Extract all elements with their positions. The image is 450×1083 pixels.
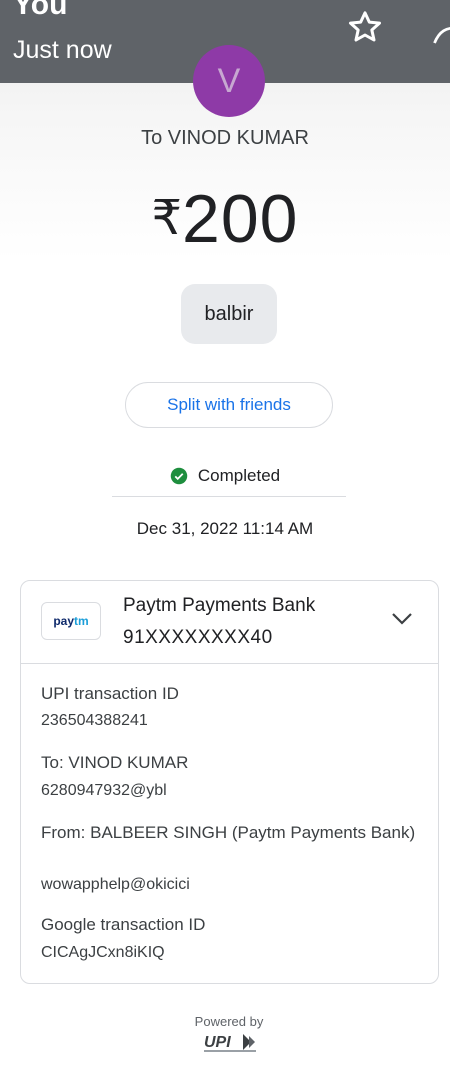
google-transaction-id-label: Google transaction ID [41, 915, 206, 934]
amount: ₹200 [0, 180, 450, 258]
avatar: V [193, 45, 265, 117]
sender-name: You [13, 0, 68, 21]
svg-text:UPI: UPI [204, 1034, 231, 1051]
from-label: From: BALBEER SINGH (Paytm Payments Bank… [41, 823, 416, 842]
amount-value: 200 [182, 181, 299, 257]
star-icon[interactable] [345, 7, 385, 47]
upi-logo: UPI [204, 1034, 256, 1052]
transaction-datetime: Dec 31, 2022 11:14 AM [136, 519, 314, 538]
transaction-details-card: pay tm Paytm Payments Bank 91XXXXXXXX40 U… [20, 580, 439, 984]
divider [112, 496, 346, 497]
bank-account-number: 91XXXXXXXX40 [123, 627, 273, 648]
to-upi-id: 6280947932@ybl [41, 782, 167, 799]
upi-transaction-id-value: 236504388241 [41, 712, 148, 729]
upi-transaction-id-label: UPI transaction ID [41, 684, 179, 703]
status-row: Completed [0, 466, 450, 486]
google-transaction-id-value: CICAgJCxn8iKIQ [41, 944, 165, 961]
recipient-line: To VINOD KUMAR [141, 127, 309, 149]
from-upi-id: wowapphelp@okicici [41, 876, 190, 893]
status-text: Completed [197, 466, 281, 485]
share-icon[interactable] [432, 18, 450, 48]
bank-account-row[interactable]: pay tm Paytm Payments Bank 91XXXXXXXX40 [21, 581, 438, 664]
bank-name: Paytm Payments Bank [123, 595, 316, 616]
transaction-time: Just now [13, 36, 112, 64]
chevron-down-icon[interactable] [391, 611, 413, 627]
payment-note: balbir [181, 284, 277, 344]
check-circle-icon [170, 467, 188, 485]
split-with-friends-button[interactable]: Split with friends [125, 382, 333, 428]
currency-symbol: ₹ [151, 192, 183, 245]
powered-by: Powered by [194, 1014, 264, 1029]
to-label: To: VINOD KUMAR [41, 753, 189, 772]
paytm-logo: pay tm [41, 602, 101, 640]
